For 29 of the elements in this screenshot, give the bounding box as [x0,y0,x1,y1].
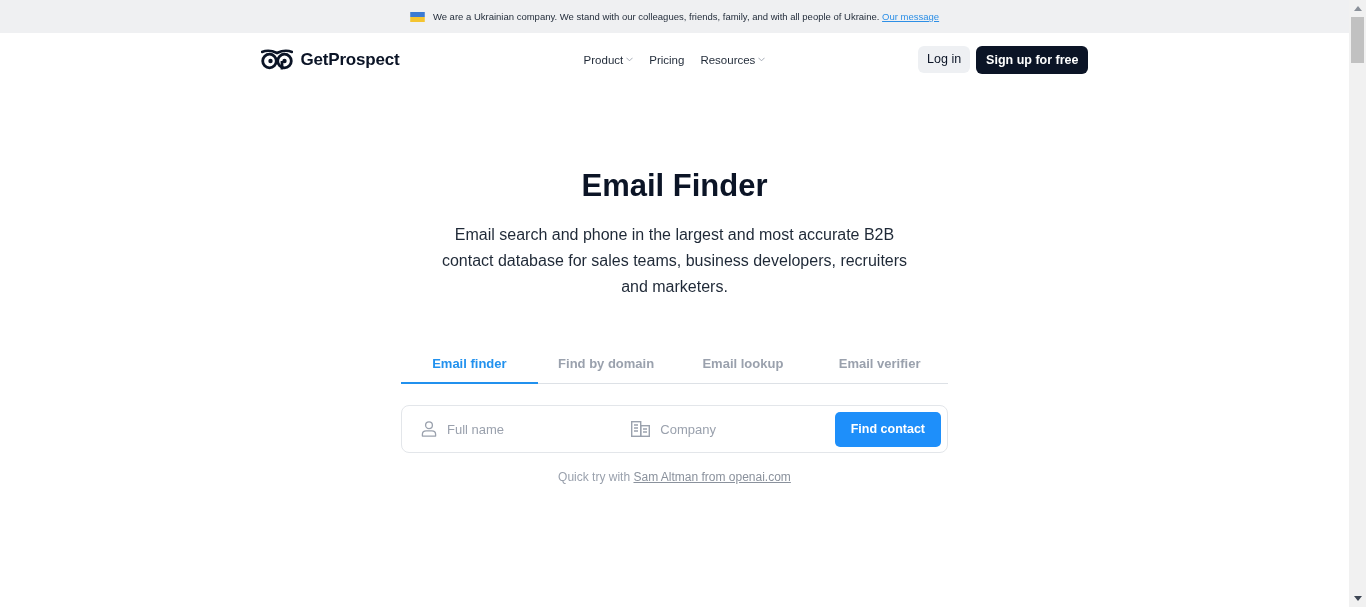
scroll-up-icon[interactable] [1353,6,1362,11]
person-icon [421,421,437,437]
search-mode-tab[interactable]: Find by domain [537,344,675,384]
search-mode-tab[interactable]: Email finder [401,344,538,384]
input-field[interactable]: Company [660,419,811,439]
scrollbar[interactable] [1349,0,1366,607]
find-contact-button[interactable]: Find contact [834,411,941,447]
search-mode-tab[interactable]: Email verifier [811,344,948,384]
chevron-down-icon [626,57,634,62]
page-title: Email Finder [581,167,768,205]
input-field[interactable]: Full name [447,419,597,439]
search-mode-tab[interactable]: Email lookup [674,344,812,384]
quick-try-text: Quick try with Sam Altman from openai.com [558,469,791,486]
login-button[interactable]: Log in [918,45,971,73]
banner-message: We are a Ukrainian company. We stand with our colleagues, friends, family, and with all people of Ukraine. Our message [432,11,940,22]
building-icon [631,421,651,437]
page-subtitle: Email search and phone in the largest and most accurate B2B contact database for sales teams, business developers, recruiters and marketers. [440,225,909,297]
chevron-down-icon [758,57,766,62]
nav-link[interactable]: Product [583,53,634,66]
brand-name[interactable]: GetProspect [300,49,400,70]
scroll-down-icon[interactable] [1353,596,1362,601]
owl-logo-icon[interactable] [260,49,293,70]
message-link[interactable]: Our message [882,11,940,22]
signup-button[interactable]: Sign up for free [976,45,1089,74]
nav-link[interactable]: Resources [700,53,766,66]
example-link[interactable]: Sam Altman from openai.com [633,470,791,484]
flag-icon [409,11,425,22]
scrollbar-thumb[interactable] [1351,17,1364,63]
nav-link[interactable]: Pricing [649,53,685,66]
